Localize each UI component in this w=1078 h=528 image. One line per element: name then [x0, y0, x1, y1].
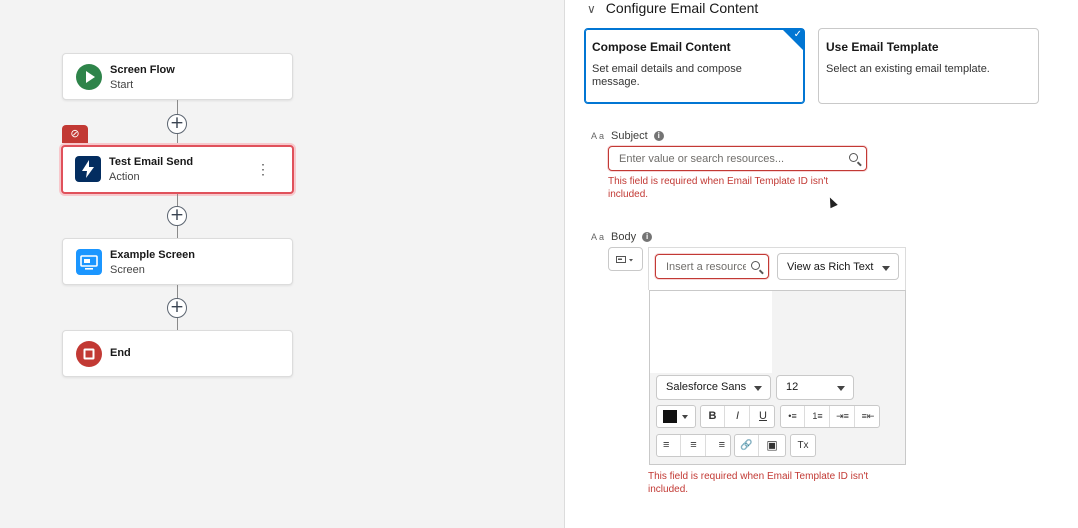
node-subtitle: Screen — [110, 264, 145, 276]
lightning-action-icon — [75, 156, 101, 182]
subject-label: A a Subject i — [591, 130, 664, 142]
image-icon[interactable]: ▣ — [760, 435, 784, 456]
text-type-icon: A a — [591, 131, 605, 141]
resource-placeholder: Insert a resource — [666, 261, 746, 273]
font-family-select[interactable]: Salesforce Sans — [656, 375, 771, 400]
body-label-text: Body — [611, 231, 637, 243]
clear-format-group: Tx — [790, 434, 816, 457]
option-compose-email[interactable]: ✓ Compose Email Content Set email detail… — [584, 28, 805, 104]
editor-content[interactable] — [650, 291, 772, 373]
node-subtitle: Start — [110, 79, 134, 91]
caret-down-icon — [837, 386, 845, 391]
play-icon — [76, 64, 102, 90]
text-type-icon: A a — [591, 232, 605, 242]
add-element-button[interactable]: + — [167, 114, 187, 134]
properties-panel: ∨ Configure Email Content ✓ Compose Email… — [564, 0, 1078, 528]
body-insert-menu-button[interactable] — [608, 247, 643, 271]
outdent-button[interactable]: ≡⇤ — [856, 406, 880, 427]
caret-down-icon — [882, 266, 890, 271]
caret-down-icon — [754, 386, 762, 391]
node-test-email-send[interactable]: Test Email Send Action ⋮ — [61, 145, 294, 194]
align-left-button[interactable]: ≡ — [657, 435, 681, 456]
option-title: Compose Email Content — [592, 40, 731, 54]
indent-button[interactable]: ⇥≡ — [831, 406, 855, 427]
clear-formatting-button[interactable]: Tx — [791, 435, 815, 456]
node-title: Screen Flow — [110, 64, 175, 76]
section-title: Configure Email Content — [605, 0, 759, 16]
insert-resource-input[interactable]: Insert a resource — [655, 254, 769, 279]
subject-label-text: Subject — [611, 130, 648, 142]
node-end[interactable]: End — [62, 330, 293, 377]
italic-button[interactable]: I — [726, 406, 750, 427]
list-group: •≡ 1≡ ⇥≡ ≡⇤ — [780, 405, 880, 428]
node-example-screen[interactable]: Example Screen Screen — [62, 238, 293, 285]
search-icon — [849, 153, 858, 162]
numbered-list-button[interactable]: 1≡ — [806, 406, 830, 427]
format-group: B I U — [700, 405, 775, 428]
check-icon: ✓ — [793, 29, 802, 40]
node-menu-icon[interactable]: ⋮ — [256, 162, 270, 176]
option-title: Use Email Template — [826, 40, 939, 54]
node-title: Example Screen — [110, 249, 195, 261]
chevron-down-icon: ∨ — [587, 2, 596, 16]
align-right-button[interactable]: ≡ — [707, 435, 731, 456]
body-error: This field is required when Email Templa… — [648, 471, 869, 495]
subject-input[interactable]: Enter value or search resources... — [608, 146, 867, 171]
field-type-icon — [616, 256, 633, 263]
bold-button[interactable]: B — [701, 406, 725, 427]
option-description: Set email details and compose message. — [592, 63, 742, 88]
add-element-button[interactable]: + — [167, 298, 187, 318]
flow-canvas: Screen Flow Start + ⊘ Test Email Send Ac… — [0, 0, 564, 528]
option-description: Select an existing email template. — [826, 63, 990, 75]
view-mode-value: View as Rich Text — [787, 261, 874, 273]
align-center-button[interactable]: ≡ — [682, 435, 706, 456]
info-icon[interactable]: i — [653, 131, 664, 141]
node-title: End — [110, 347, 131, 359]
underline-button[interactable]: U — [751, 406, 775, 427]
section-header-configure-email[interactable]: ∨ Configure Email Content — [587, 0, 758, 16]
option-use-template[interactable]: Use Email Template Select an existing em… — [818, 28, 1039, 104]
add-element-button[interactable]: + — [167, 206, 187, 226]
font-family-value: Salesforce Sans — [666, 381, 747, 393]
caret-down-icon — [682, 415, 688, 419]
screen-icon — [76, 249, 102, 275]
node-subtitle: Action — [109, 171, 140, 183]
error-badge-icon: ⊘ — [62, 125, 88, 143]
align-group: ≡ ≡ ≡ — [656, 434, 731, 457]
body-label: A a Body i — [591, 231, 653, 243]
stop-icon — [76, 341, 102, 367]
rich-text-editor[interactable]: Salesforce Sans 12 B I U •≡ 1≡ ⇥≡ ≡⇤ ≡ ≡… — [649, 290, 906, 465]
info-icon[interactable]: i — [642, 232, 653, 242]
link-icon[interactable]: 🔗 — [735, 435, 759, 456]
color-swatch-icon — [663, 410, 677, 423]
search-icon — [751, 261, 760, 270]
insert-group: 🔗 ▣ — [734, 434, 786, 457]
node-screen-flow-start[interactable]: Screen Flow Start — [62, 53, 293, 100]
font-size-value: 12 — [786, 381, 799, 393]
node-title: Test Email Send — [109, 156, 194, 168]
view-mode-select[interactable]: View as Rich Text — [777, 253, 899, 280]
text-color-button[interactable] — [656, 405, 696, 428]
font-size-select[interactable]: 12 — [776, 375, 854, 400]
bullet-list-button[interactable]: •≡ — [781, 406, 805, 427]
subject-placeholder: Enter value or search resources... — [619, 153, 785, 165]
